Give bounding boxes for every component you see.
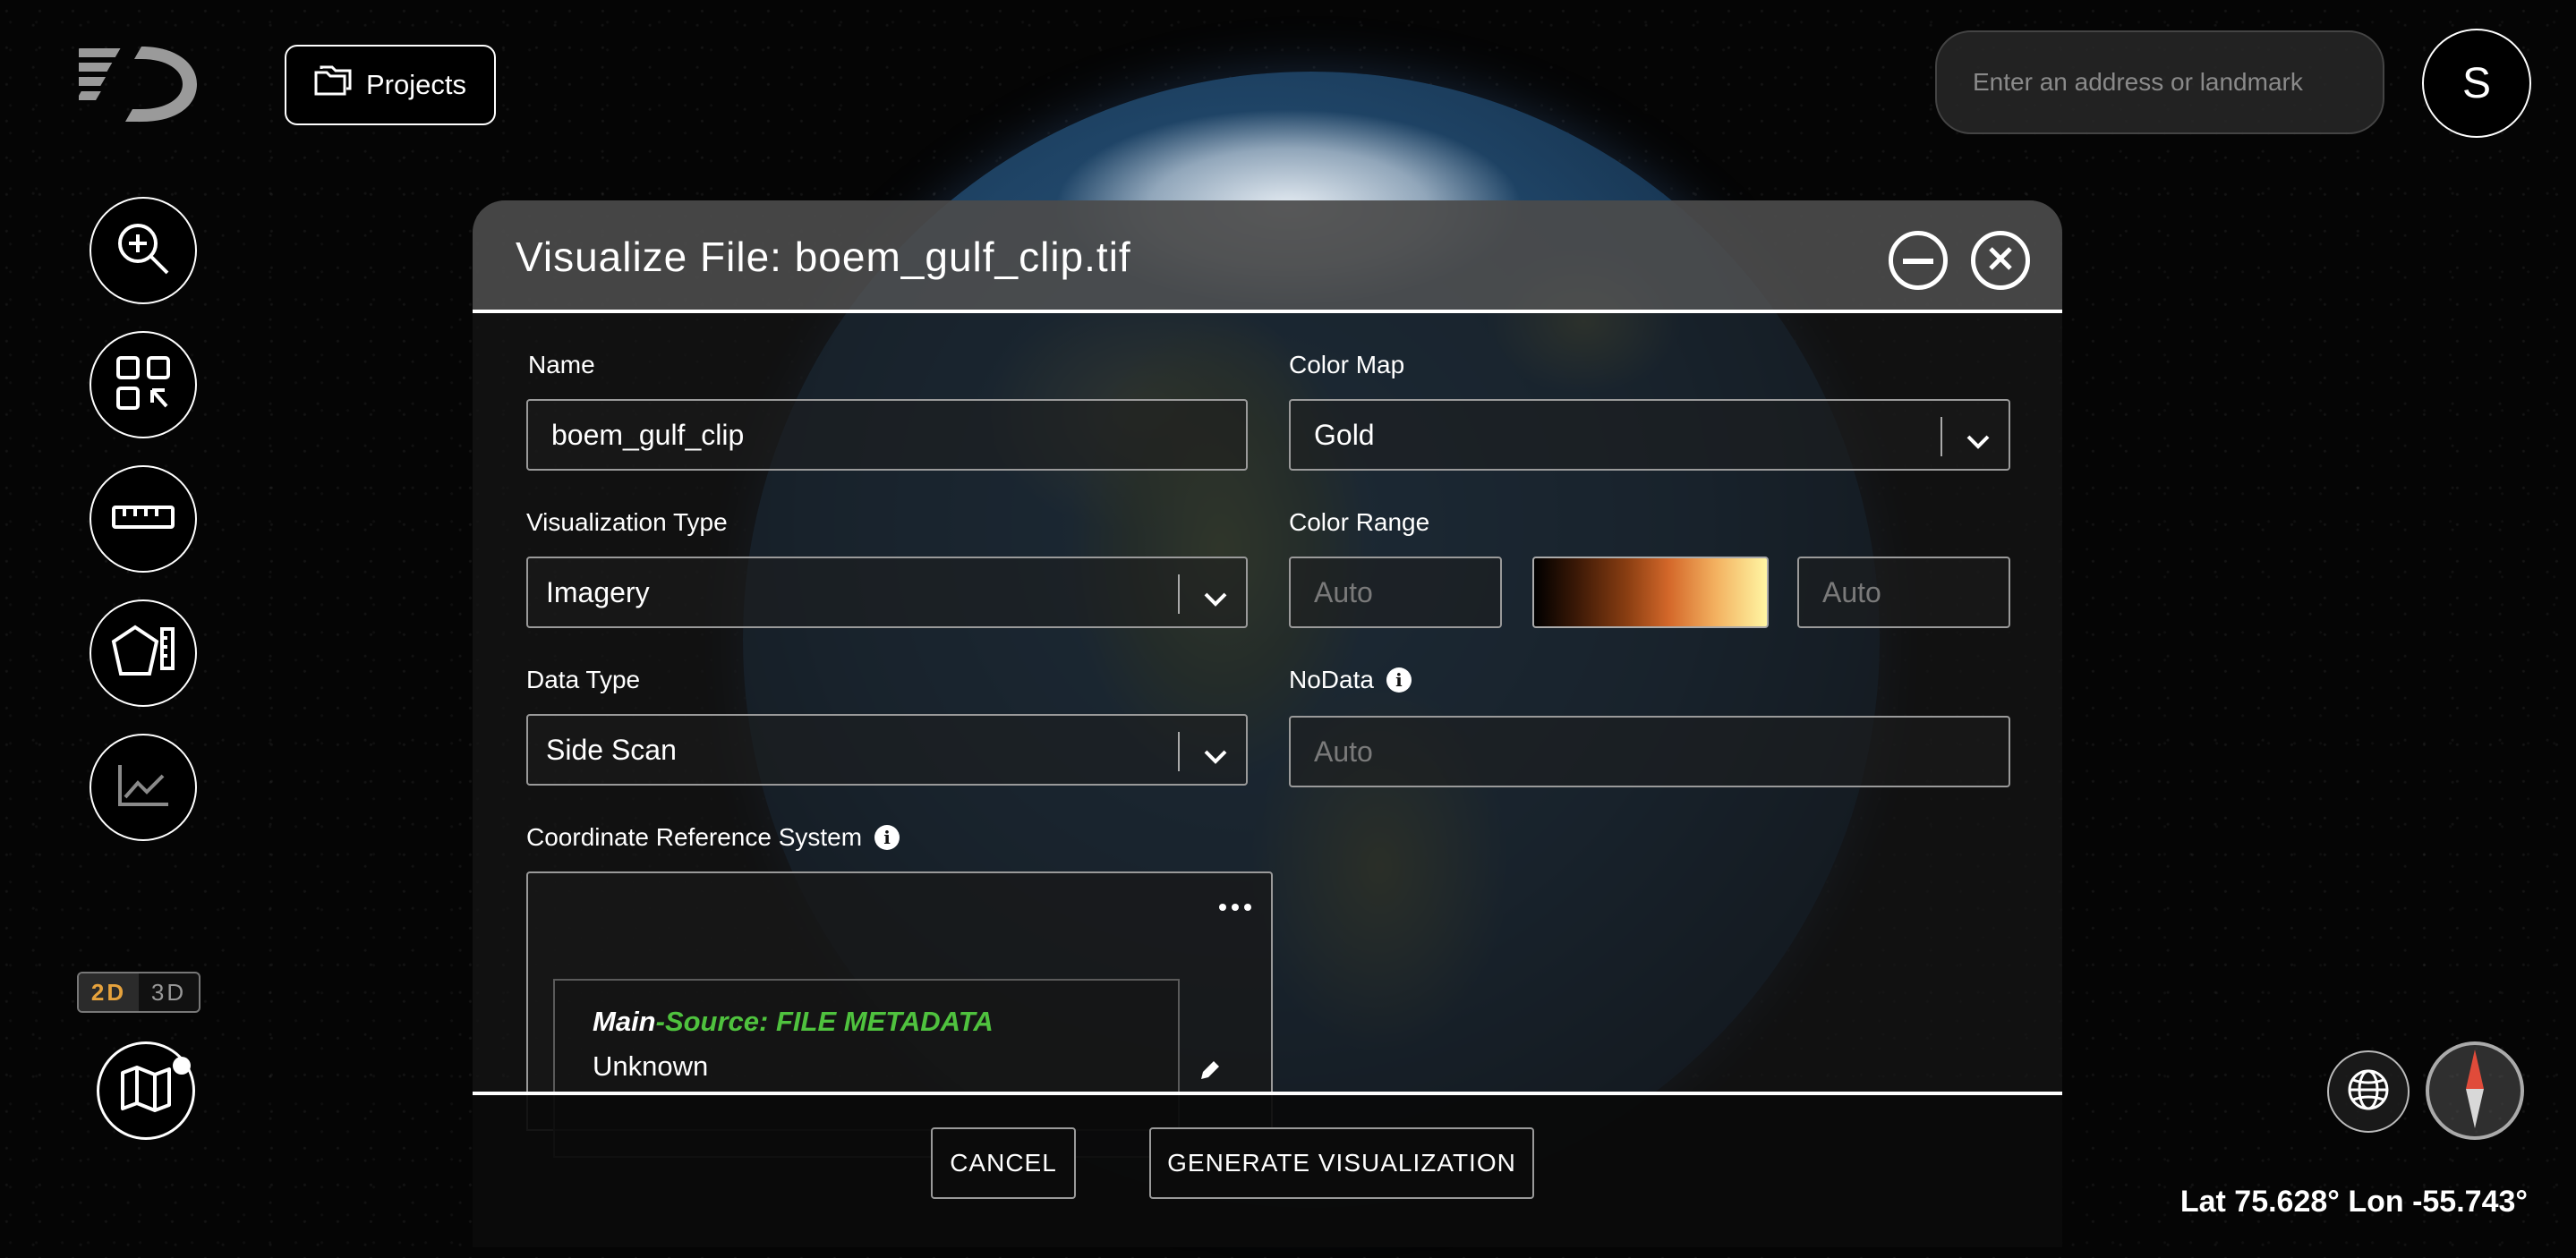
data-type-label-text: Data Type (526, 666, 641, 693)
dialog-header: Visualize File: boem_gulf_clip.tif (473, 200, 2062, 313)
measure-tool-button[interactable] (90, 465, 197, 573)
select-tool-button[interactable] (90, 331, 197, 438)
cancel-label: CANCEL (950, 1149, 1057, 1177)
color-map-select[interactable]: Gold (1289, 399, 2010, 471)
color-range-label: Color Range (1289, 508, 1429, 537)
view-3d-option[interactable]: 3D (139, 973, 199, 1011)
cancel-button[interactable]: CANCEL (931, 1127, 1076, 1199)
name-label: Name (528, 351, 595, 379)
close-button[interactable] (1971, 231, 2030, 290)
name-value: boem_gulf_clip (551, 418, 745, 451)
generate-visualization-label: GENERATE VISUALIZATION (1167, 1149, 1516, 1177)
dialog-body: Name boem_gulf_clip Color Map Gold Visua… (473, 313, 2062, 1158)
color-map-value: Gold (1314, 418, 1375, 451)
color-range-min-placeholder: Auto (1314, 575, 1373, 608)
visualization-type-select[interactable]: Imagery (526, 557, 1248, 628)
color-range-gradient (1532, 557, 1769, 628)
ruler-icon (112, 504, 175, 535)
nodata-label-text: NoData (1289, 666, 1374, 693)
globe-icon (2346, 1067, 2391, 1117)
name-label-text: Name (528, 351, 595, 378)
select-divider (1178, 574, 1180, 614)
minimize-button[interactable] (1889, 231, 1948, 290)
visualize-file-dialog: Visualize File: boem_gulf_clip.tif Name … (473, 200, 2062, 1247)
chevron-down-icon (1966, 424, 1991, 457)
nodata-label: NoData i (1289, 666, 1412, 694)
data-type-label: Data Type (526, 666, 640, 694)
info-icon[interactable]: i (1386, 667, 1412, 693)
crs-label-text: Coordinate Reference System (526, 823, 863, 851)
pencil-icon[interactable] (1199, 1059, 1221, 1085)
map-indicator-dot (173, 1057, 191, 1075)
compass-button[interactable] (2426, 1041, 2524, 1140)
color-map-label-text: Color Map (1289, 351, 1405, 378)
view-mode-toggle[interactable]: 2D 3D (77, 972, 200, 1013)
polygon-measure-icon (110, 624, 176, 684)
user-initial: S (2461, 59, 2491, 107)
view-2d-option[interactable]: 2D (79, 973, 139, 1011)
folder-icon (314, 65, 352, 105)
visualization-type-label-text: Visualization Type (526, 508, 728, 536)
crs-title: Main-Source: FILE METADATA (593, 1006, 994, 1038)
crs-source-label: -Source: FILE METADATA (655, 1006, 994, 1037)
chart-icon (116, 763, 170, 812)
nodata-placeholder: Auto (1314, 735, 1373, 768)
select-divider (1178, 732, 1180, 771)
minus-icon (1903, 252, 1933, 268)
color-range-max-input[interactable]: Auto (1797, 557, 2010, 628)
color-range-max-placeholder: Auto (1822, 575, 1881, 608)
color-range-label-text: Color Range (1289, 508, 1430, 536)
globe-view-button[interactable] (2327, 1050, 2410, 1133)
dialog-title: Visualize File: boem_gulf_clip.tif (516, 234, 1131, 280)
color-map-label: Color Map (1289, 351, 1404, 379)
map-icon (119, 1064, 173, 1118)
area-tool-button[interactable] (90, 599, 197, 707)
nodata-input[interactable]: Auto (1289, 716, 2010, 787)
crs-label: Coordinate Reference System i (526, 823, 900, 852)
crs-main-label: Main (593, 1006, 656, 1037)
more-options-icon[interactable] (1219, 904, 1251, 911)
chevron-down-icon (1203, 582, 1228, 615)
dialog-footer: CANCEL GENERATE VISUALIZATION (473, 1092, 2062, 1247)
zoom-tool-button[interactable] (90, 197, 197, 304)
projects-button[interactable]: Projects (285, 45, 496, 125)
generate-visualization-button[interactable]: GENERATE VISUALIZATION (1149, 1127, 1534, 1199)
zoom-in-icon (114, 219, 173, 283)
info-icon[interactable]: i (874, 825, 900, 850)
user-avatar[interactable]: S (2422, 29, 2531, 138)
name-input[interactable]: boem_gulf_clip (526, 399, 1248, 471)
compass-icon (2457, 1048, 2493, 1135)
projects-label: Projects (366, 69, 466, 100)
chart-tool-button[interactable] (90, 734, 197, 841)
logo-icon (71, 43, 200, 125)
close-icon (1988, 246, 2013, 276)
color-range-min-input[interactable]: Auto (1289, 557, 1502, 628)
address-search-input[interactable] (1935, 30, 2384, 134)
crs-value: Unknown (593, 1050, 709, 1082)
visualization-type-value: Imagery (546, 575, 650, 608)
grid-select-icon (115, 354, 172, 416)
select-divider (1941, 417, 1942, 456)
coordinate-readout: Lat 75.628° Lon -55.743° (2179, 1185, 2528, 1219)
visualization-type-label: Visualization Type (526, 508, 728, 537)
data-type-value: Side Scan (546, 733, 677, 766)
map-layers-button[interactable] (97, 1041, 195, 1140)
data-type-select[interactable]: Side Scan (526, 714, 1248, 786)
chevron-down-icon (1203, 739, 1228, 772)
